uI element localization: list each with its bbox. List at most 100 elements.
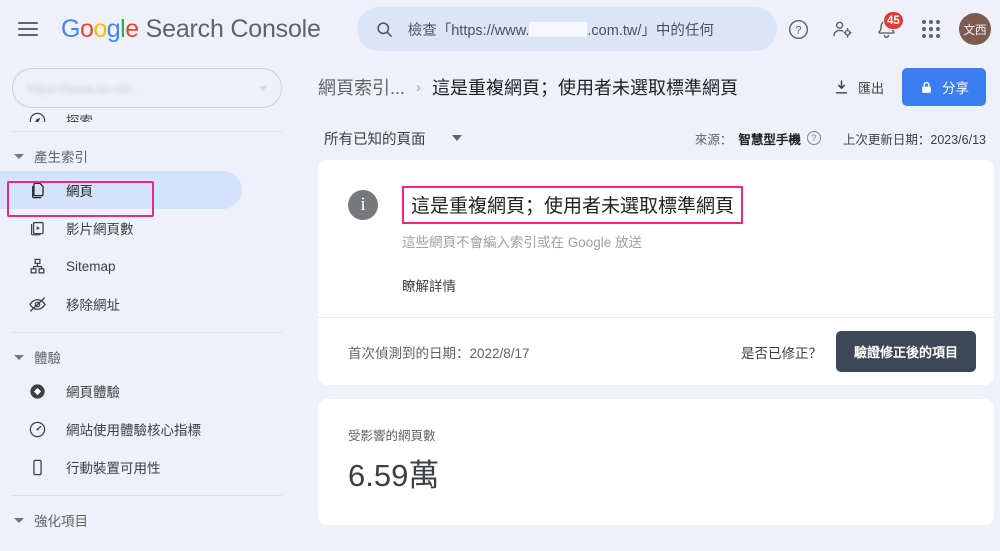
account-settings-icon (833, 21, 852, 38)
top-bar: Google Search Console 檢查「https://www. .co… (0, 0, 1000, 58)
sidebar-section-enhancements[interactable]: 強化項目 (0, 505, 300, 535)
sidebar-item-label: 探索 (66, 114, 93, 122)
search-container: 檢查「https://www. .com.tw/」中的任何 (356, 7, 777, 51)
product-name: Search Console (145, 14, 321, 43)
issue-card-body: i 這是重複網頁；使用者未選取標準網頁 這些網頁不會編入索引或在 Google … (318, 160, 994, 385)
top-bar-icons: ? 45 文西 (777, 7, 991, 51)
issue-title: 這是重複網頁；使用者未選取標準網頁 (402, 186, 744, 224)
chevron-down-icon (451, 135, 462, 141)
search-placeholder-text: 檢查「https://www. .com.tw/」中的任何 (408, 19, 714, 40)
account-settings-button[interactable] (821, 7, 865, 51)
breadcrumb-row: 網頁索引... › 這是重複網頁；使用者未選取標準網頁 匯出 分享 (312, 58, 1000, 116)
logo-letter-g2: g (106, 14, 121, 43)
sidebar-item-explore[interactable]: 探索 (0, 102, 242, 122)
affected-pages-label: 受影響的網頁數 (348, 429, 436, 443)
meta-row: 來源： 智慧型手機 ? 上次更新日期：2023/6/13 (695, 129, 986, 148)
sidebar-item-sitemap[interactable]: Sitemap (0, 247, 242, 285)
sidebar-item-label: 影片網頁數 (66, 222, 134, 237)
issue-text: 這是重複網頁；使用者未選取標準網頁 這些網頁不會編入索引或在 Google 放送… (402, 186, 968, 295)
info-icon: i (348, 190, 378, 220)
svg-text:?: ? (796, 24, 802, 36)
google-search-console-logo: Google Search Console (61, 15, 321, 44)
inspect-url-search-bar[interactable]: 檢查「https://www. .com.tw/」中的任何 (356, 7, 777, 51)
source-label: 來源： (694, 132, 733, 147)
search-prefix: 檢查「https://www. (407, 22, 530, 39)
lock-icon (922, 81, 931, 93)
sidebar-item-pages[interactable]: 網頁 (0, 171, 242, 209)
sidebar-divider (12, 332, 282, 333)
breadcrumb-separator: › (416, 78, 422, 96)
export-button[interactable]: 匯出 (825, 72, 892, 103)
removals-icon (26, 295, 48, 314)
share-button[interactable]: 分享 (902, 68, 986, 106)
filter-row: 所有已知的頁面 來源： 智慧型手機 ? 上次更新日期：2023/6/13 (312, 116, 1000, 160)
hamburger-menu-icon[interactable] (18, 17, 42, 41)
logo-letter-g: G (61, 14, 80, 43)
property-selector-value: https://www.xx-vin... (27, 80, 142, 96)
chevron-down-icon (14, 153, 24, 159)
sidebar-section-label: 體驗 (34, 351, 61, 366)
main-content: 網頁索引... › 這是重複網頁；使用者未選取標準網頁 匯出 分享 所有已知的頁… (300, 58, 1000, 551)
page-title: 這是重複網頁；使用者未選取標準網頁 (432, 78, 739, 98)
page-experience-icon (26, 382, 48, 401)
breadcrumb-parent[interactable]: 網頁索引... (318, 74, 405, 100)
search-icon (377, 21, 392, 37)
sidebar-divider (12, 131, 282, 132)
sidebar-item-mobile-usability[interactable]: 行動裝置可用性 (0, 448, 242, 486)
google-wordmark: Google (61, 15, 139, 44)
apps-grid-icon (921, 20, 940, 38)
fixed-question-label: 是否已修正？ (740, 345, 822, 361)
share-label: 分享 (942, 81, 969, 96)
issue-card: i 這是重複網頁；使用者未選取標準網頁 這些網頁不會編入索引或在 Google … (318, 160, 994, 385)
logo-letter-o2: o (93, 14, 107, 43)
explore-icon (26, 111, 48, 122)
sitemap-icon (26, 257, 48, 276)
last-updated: 上次更新日期：2023/6/13 (842, 132, 986, 147)
sidebar-item-label: 網頁 (66, 184, 93, 199)
help-button[interactable]: ? (777, 7, 821, 51)
sidebar-item-page-experience[interactable]: 網頁體驗 (0, 372, 242, 410)
issue-info: i 這是重複網頁；使用者未選取標準網頁 這些網頁不會編入索引或在 Google … (318, 186, 994, 295)
validate-fix-button[interactable]: 驗證修正後的項目 (835, 331, 976, 372)
notification-badge: 45 (882, 11, 904, 30)
redacted-domain (529, 21, 588, 37)
pages-icon (26, 181, 48, 200)
page-scope-value: 所有已知的頁面 (324, 131, 426, 148)
sidebar-item-label: 網站使用體驗核心指標 (66, 423, 201, 438)
logo-letter-e: e (125, 14, 139, 43)
search-console-app: Google Search Console 檢查「https://www. .co… (0, 0, 1000, 551)
avatar[interactable]: 文西 (958, 13, 991, 45)
download-icon (835, 79, 848, 94)
apps-button[interactable] (909, 7, 953, 51)
sidebar: https://www.xx-vin... 探索 產生索引 網頁 影片網頁數 S… (0, 58, 300, 551)
mobile-usability-icon (26, 458, 48, 477)
affected-pages-value: 6.59萬 (348, 458, 440, 493)
learn-more-link[interactable]: 瞭解詳情 (402, 275, 968, 295)
video-pages-icon (26, 219, 48, 238)
chevron-down-icon (259, 85, 267, 91)
sidebar-item-label: 移除網址 (66, 298, 120, 313)
affected-pages-card: 受影響的網頁數 6.59萬 (318, 399, 994, 525)
sidebar-section-label: 強化項目 (34, 514, 88, 529)
sidebar-item-label: Sitemap (66, 258, 116, 274)
chevron-down-icon (14, 354, 24, 360)
validation-actions: 是否已修正？ 驗證修正後的項目 (741, 331, 976, 372)
search-suffix: .com.tw/」中的任何 (587, 22, 714, 39)
help-icon: ? (789, 19, 809, 39)
sidebar-item-label: 行動裝置可用性 (66, 461, 161, 476)
core-web-vitals-icon (26, 420, 48, 439)
logo-letter-o1: o (79, 14, 94, 43)
sidebar-item-removals[interactable]: 移除網址 (0, 285, 242, 323)
source-value: 智慧型手機 (738, 132, 801, 147)
notifications-button[interactable]: 45 (865, 7, 909, 51)
sidebar-section-indexing[interactable]: 產生索引 (0, 141, 300, 171)
chevron-down-icon (14, 517, 24, 523)
page-scope-dropdown[interactable]: 所有已知的頁面 (318, 124, 468, 153)
issue-card-footer: 首次偵測到的日期：2022/8/17 是否已修正？ 驗證修正後的項目 (318, 317, 994, 385)
source-help-icon[interactable]: ? (806, 131, 821, 145)
sidebar-item-core-web-vitals[interactable]: 網站使用體驗核心指標 (0, 410, 242, 448)
sidebar-section-experience[interactable]: 體驗 (0, 342, 300, 372)
sidebar-item-video-pages[interactable]: 影片網頁數 (0, 209, 242, 247)
issue-description: 這些網頁不會編入索引或在 Google 放送 (402, 235, 643, 250)
body: https://www.xx-vin... 探索 產生索引 網頁 影片網頁數 S… (0, 58, 1000, 551)
